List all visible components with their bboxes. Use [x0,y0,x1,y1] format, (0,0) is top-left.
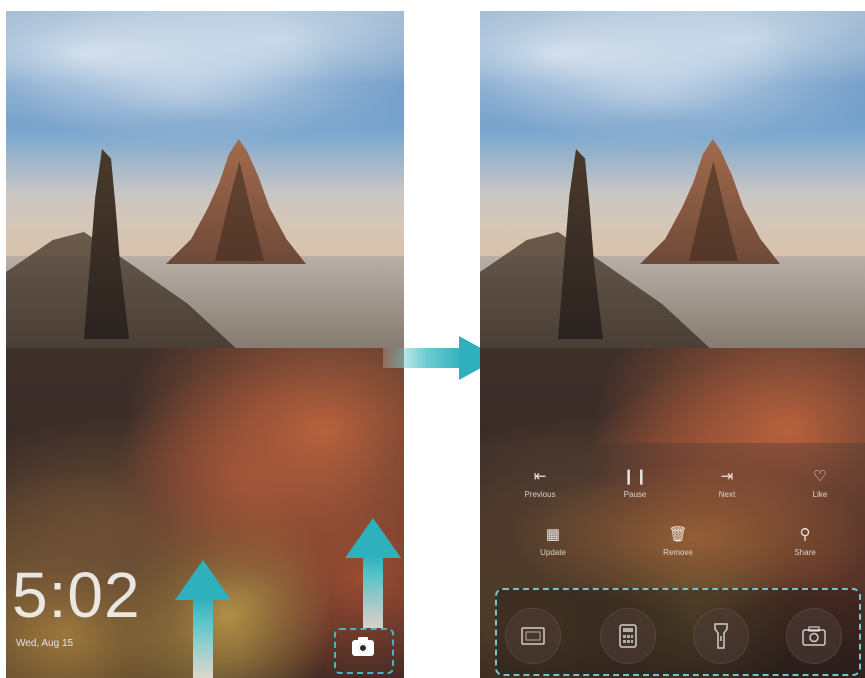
camera-shortcut[interactable] [786,608,842,664]
screen-recorder-shortcut[interactable] [505,608,561,664]
lock-screen-after [480,11,865,678]
share-icon: ⚲ [799,526,811,543]
trash-icon: 🗑 [668,526,688,543]
swipe-up-arrow-center [175,560,231,678]
lock-date: Wed, Aug 15 [16,638,74,649]
previous-button[interactable]: ⇤ Previous [505,468,575,499]
heart-icon: ♡ [813,468,827,485]
wallpaper-clouds [480,11,865,151]
lock-clock: 5:02 [12,559,141,631]
pause-button[interactable]: ❙❙ Pause [600,468,670,499]
calculator-shortcut[interactable] [600,608,656,664]
previous-icon: ⇤ [533,468,547,485]
calendar-icon: ▦ [545,526,561,543]
flashlight-icon [714,623,728,649]
flashlight-shortcut[interactable] [693,608,749,664]
swipe-up-arrow-camera [345,518,401,628]
update-button[interactable]: ▦ Update [518,526,588,557]
screen-recorder-icon [521,627,545,645]
pause-icon: ❙❙ [622,468,648,485]
camera-icon [802,626,826,646]
share-button[interactable]: ⚲ Share [770,526,840,557]
camera-icon[interactable] [352,637,374,656]
next-button[interactable]: ⇥ Next [692,468,762,499]
calculator-icon [619,624,637,648]
next-icon: ⇥ [720,468,734,485]
remove-button[interactable]: 🗑 Remove [643,526,713,557]
wallpaper-clouds [6,11,404,151]
like-button[interactable]: ♡ Like [785,468,855,499]
